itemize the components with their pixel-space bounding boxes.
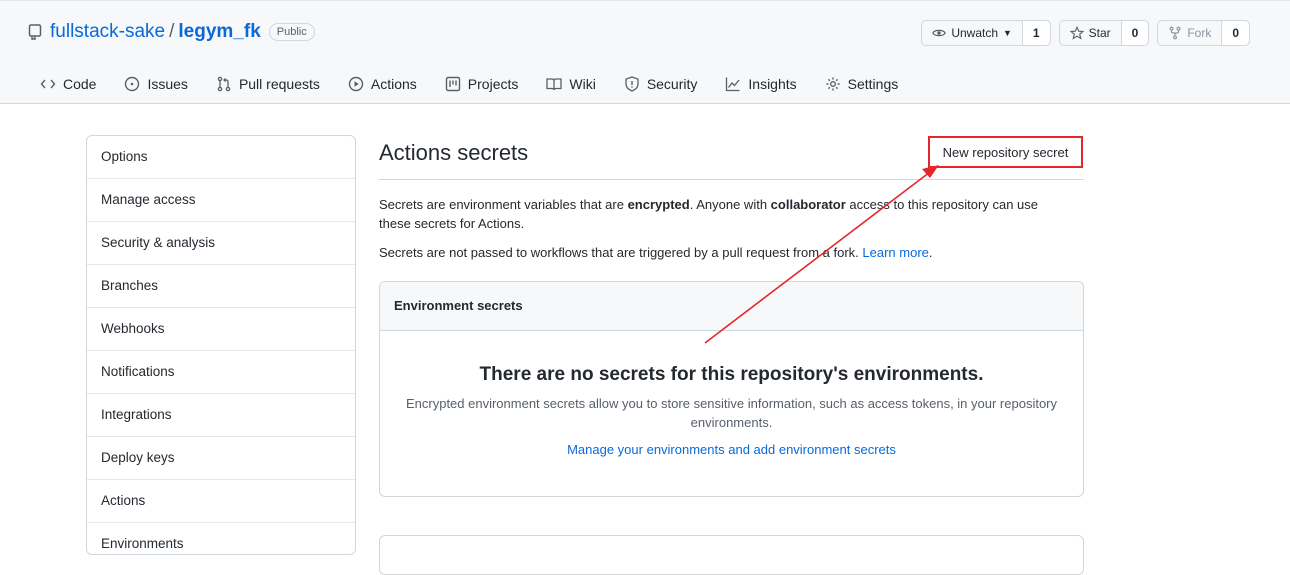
desc1-text-c: . Anyone with [689,197,771,212]
play-icon [348,76,364,92]
title-divider [379,179,1084,180]
tab-wiki[interactable]: Wiki [546,73,596,95]
tab-projects-label: Projects [467,76,519,92]
settings-sidebar: Options Manage access Security & analysi… [86,135,356,555]
caret-down-icon: ▼ [1003,28,1012,38]
star-button[interactable]: Star [1060,21,1122,45]
desc2-text: Secrets are not passed to workflows that… [379,245,863,260]
sidebar-item-environments[interactable]: Environments [87,523,355,554]
desc2-end: . [928,245,933,260]
tab-pull-requests-label: Pull requests [238,76,320,92]
fork-count[interactable]: 0 [1222,21,1249,45]
visibility-badge: Public [268,23,315,41]
star-label: Star [1088,26,1111,40]
empty-state-title: There are no secrets for this repository… [479,364,984,385]
unwatch-label: Unwatch [951,26,998,40]
tab-security-label: Security [646,76,698,92]
issue-icon [125,76,140,92]
desc1-text-a: Secrets are environment variables that a… [379,197,628,212]
sidebar-item-deploy-keys[interactable]: Deploy keys [87,437,355,480]
gear-icon [826,77,840,91]
tab-issues[interactable]: Issues [124,73,188,95]
manage-environments-link[interactable]: Manage your environments and add environ… [380,442,1083,457]
repo-name-link[interactable]: legym_fk [178,21,260,43]
secrets-content: Actions secrets New repository secret Se… [379,135,1084,575]
environment-secrets-panel: Environment secrets There are no secrets… [379,281,1084,497]
sidebar-item-manage-access[interactable]: Manage access [87,179,355,222]
desc1-encrypted: encrypted [627,197,690,212]
fork-icon [1169,26,1181,40]
new-repository-secret-button[interactable]: New repository secret [928,136,1083,168]
empty-state-description: Encrypted environment secrets allow you … [405,396,1058,430]
sidebar-item-integrations[interactable]: Integrations [87,394,355,437]
tab-pull-requests[interactable]: Pull requests [216,73,320,95]
repo-title: fullstack-sake / legym_fk Public [28,21,315,43]
eye-icon [932,29,947,37]
star-icon [1069,26,1084,40]
secrets-description: Secrets are environment variables that a… [379,195,1069,233]
repo-icon [28,24,42,40]
tab-insights-label: Insights [748,76,797,92]
repo-separator: / [169,21,175,42]
sidebar-item-notifications[interactable]: Notifications [87,351,355,394]
sidebar-item-branches[interactable]: Branches [87,265,355,308]
sidebar-item-actions[interactable]: Actions [87,480,355,523]
fork-label: Fork [1187,26,1212,40]
tab-insights[interactable]: Insights [725,73,797,95]
book-icon [546,78,563,91]
repo-owner-link[interactable]: fullstack-sake [50,21,165,43]
tab-wiki-label: Wiki [569,76,596,92]
unwatch-button[interactable]: Unwatch ▼ [922,21,1023,45]
tab-projects[interactable]: Projects [445,73,519,95]
fork-button[interactable]: Fork [1158,21,1223,45]
repo-header: fullstack-sake / legym_fk Public Unwatch… [0,0,1290,104]
project-icon [445,76,460,92]
sidebar-item-webhooks[interactable]: Webhooks [87,308,355,351]
tab-code[interactable]: Code [40,73,96,95]
repo-actions: Unwatch ▼ 1 Star 0 Fork 0 [921,20,1250,46]
tab-actions-label: Actions [370,76,417,92]
star-button-group: Star 0 [1058,20,1150,46]
environment-secrets-header: Environment secrets [380,282,1083,331]
learn-more-link[interactable]: Learn more [862,245,928,260]
tab-security[interactable]: Security [624,73,698,95]
watch-count[interactable]: 1 [1022,21,1050,45]
pull-request-icon [217,76,231,92]
fork-button-group: Fork 0 [1157,20,1250,46]
star-count[interactable]: 0 [1121,21,1149,45]
tab-code-label: Code [63,76,97,92]
sidebar-item-options[interactable]: Options [87,136,355,179]
repository-secrets-panel [379,535,1084,575]
graph-icon [726,77,740,92]
tab-settings[interactable]: Settings [825,73,899,95]
code-icon [40,79,56,89]
fork-note: Secrets are not passed to workflows that… [379,243,1069,262]
tab-actions[interactable]: Actions [348,73,417,95]
desc1-collaborator: collaborator [770,197,846,212]
sidebar-item-security-analysis[interactable]: Security & analysis [87,222,355,265]
repo-nav: Code Issues Pull requests Actions Projec… [40,73,926,95]
tab-settings-label: Settings [847,76,899,92]
shield-icon [625,76,639,92]
unwatch-button-group: Unwatch ▼ 1 [921,20,1051,46]
tab-issues-label: Issues [147,76,188,92]
